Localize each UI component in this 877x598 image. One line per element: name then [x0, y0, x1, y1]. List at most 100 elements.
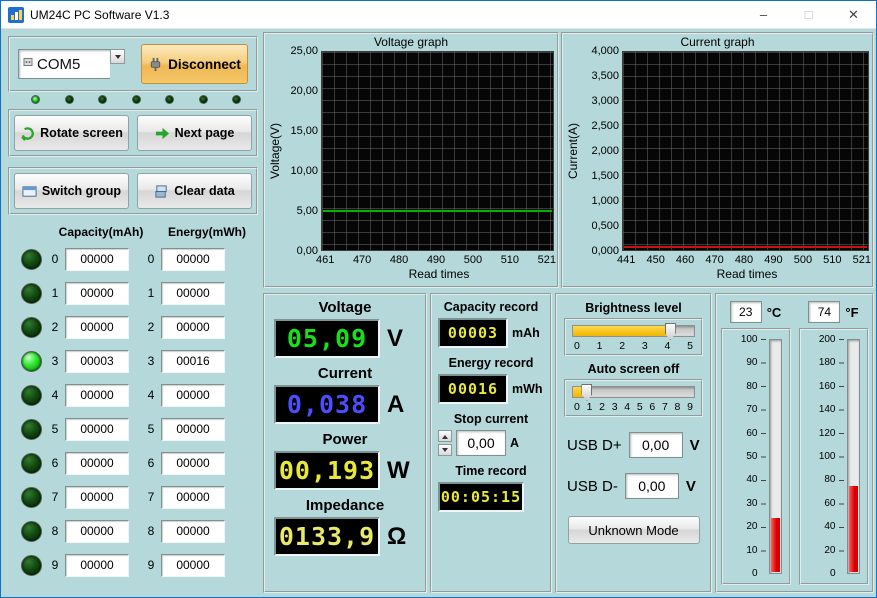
tick-label: 120: [819, 428, 836, 439]
maximize-button[interactable]: □: [786, 1, 831, 28]
spin-up-button[interactable]: [438, 430, 452, 442]
tick-label: 25,00: [290, 45, 318, 57]
autooff-label: Auto screen off: [557, 362, 710, 376]
tick-label: 461: [316, 254, 334, 266]
counter-row: 400000400000: [8, 378, 258, 412]
stop-current-input[interactable]: 0,00: [456, 430, 506, 456]
disconnect-button[interactable]: Disconnect: [141, 44, 248, 84]
energy-record-unit: mWh: [512, 382, 543, 396]
voltage-y-axis-label: Voltage(V): [268, 51, 282, 251]
capacity-index: 7: [49, 490, 61, 504]
current-graph-panel: Current graph Current(A) 4,0003,5003,000…: [561, 32, 874, 288]
readout-panel: Voltage 05,09 V Current 0,038 A Power 00…: [263, 293, 427, 593]
counter-row: 200000200000: [8, 310, 258, 344]
tick-label: 20: [824, 545, 835, 556]
status-led: [65, 95, 74, 104]
tick-label: 5: [637, 401, 643, 413]
energy-value: 00016: [161, 350, 225, 373]
stop-current-label: Stop current: [432, 412, 550, 426]
group-led: [21, 317, 42, 338]
energy-index: 4: [145, 388, 157, 402]
tick-label: 470: [705, 254, 723, 266]
power-unit: W: [387, 457, 410, 485]
app-icon: [8, 7, 24, 23]
voltage-plot-line: [323, 210, 552, 212]
status-led: [132, 95, 141, 104]
capacity-value: 00000: [65, 554, 129, 577]
eraser-icon: [154, 184, 169, 199]
spin-down-button[interactable]: [438, 444, 452, 456]
mode-button[interactable]: Unknown Mode: [568, 516, 700, 544]
usb-dplus-label: USB D+: [567, 437, 622, 454]
tick-label: 1: [587, 401, 593, 413]
current-x-ticks: 441450460470480490500510521: [617, 254, 871, 266]
power-display: 00,193: [274, 451, 380, 490]
capacity-index: 4: [49, 388, 61, 402]
capacity-record-unit: mAh: [512, 326, 540, 340]
autooff-thumb[interactable]: [581, 384, 592, 401]
com-port-dropdown-button[interactable]: [110, 49, 125, 64]
switch-group-button[interactable]: Switch group: [14, 173, 129, 209]
celsius-value: 23: [730, 301, 762, 323]
group-led: [21, 521, 42, 542]
rotate-screen-button[interactable]: Rotate screen: [14, 115, 129, 151]
status-led: [165, 95, 174, 104]
tick-label: 80: [824, 474, 835, 485]
tick-label: 6: [649, 401, 655, 413]
titlebar: UM24C PC Software V1.3 – □ ✕: [1, 1, 876, 29]
tick-label: 60: [746, 428, 757, 439]
serial-port-icon: [23, 55, 33, 73]
next-page-button[interactable]: Next page: [137, 115, 252, 151]
tick-label: 510: [501, 254, 519, 266]
power-label: Power: [265, 431, 425, 448]
counter-row: 300003300016: [8, 344, 258, 378]
voltage-readout: Voltage 05,09 V: [265, 299, 425, 358]
usb-dminus-row: USB D- 0,00 V: [567, 473, 710, 499]
tick-label: 1: [597, 340, 603, 352]
fahrenheit-tick-strip: [839, 339, 844, 574]
time-record-label: Time record: [432, 464, 550, 478]
connection-panel: COM5 Disconnect: [8, 36, 258, 92]
current-display: 0,038: [274, 385, 380, 424]
brightness-thumb[interactable]: [665, 323, 676, 340]
com-port-value: COM5: [37, 56, 80, 73]
tick-label: 4: [665, 340, 671, 352]
current-plot: [622, 51, 869, 251]
tick-label: 160: [819, 381, 836, 392]
tick-label: 0,00: [297, 245, 318, 257]
capacity-record-display: 00003: [438, 318, 508, 348]
energy-index: 1: [145, 286, 157, 300]
tick-label: 490: [764, 254, 782, 266]
celsius-scale: 1009080706050403020100: [734, 334, 758, 579]
capacity-index: 1: [49, 286, 61, 300]
counter-row: 800000800000: [8, 514, 258, 548]
time-record-display: 00:05:15: [438, 482, 524, 512]
autooff-slider[interactable]: [572, 386, 695, 398]
tick-label: 3,500: [591, 70, 619, 82]
celsius-tube: [769, 339, 782, 574]
tick-label: 8: [675, 401, 681, 413]
close-button[interactable]: ✕: [831, 1, 876, 28]
tick-label: 15,00: [290, 125, 318, 137]
tick-label: 450: [646, 254, 664, 266]
impedance-display: 0133,9: [274, 517, 380, 556]
tick-label: 0,000: [591, 245, 619, 257]
brightness-fill: [573, 326, 670, 336]
minimize-button[interactable]: –: [741, 1, 786, 28]
energy-value: 00000: [161, 384, 225, 407]
capacity-value: 00003: [65, 350, 129, 373]
group-led: [21, 351, 42, 372]
current-y-ticks: 4,0003,5003,0002,5002,0001,5001,0000,500…: [580, 45, 622, 257]
tick-label: 100: [819, 451, 836, 462]
capacity-record: Capacity record 00003 mAh: [432, 300, 550, 348]
tick-label: 1,500: [591, 170, 619, 182]
brightness-slider[interactable]: [572, 325, 695, 337]
energy-index: 0: [145, 252, 157, 266]
tick-label: 2: [619, 340, 625, 352]
clear-data-button[interactable]: Clear data: [137, 173, 252, 209]
capacity-value: 00000: [65, 452, 129, 475]
led-row: [31, 95, 241, 104]
plug-icon: [148, 57, 163, 72]
com-port-select[interactable]: COM5: [18, 49, 110, 79]
records-panel: Capacity record 00003 mAh Energy record …: [430, 293, 552, 593]
